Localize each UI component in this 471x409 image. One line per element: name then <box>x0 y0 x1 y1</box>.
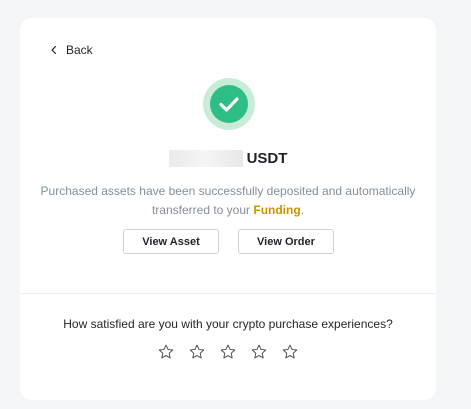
success-message-end: . <box>300 203 305 217</box>
star-4-icon[interactable] <box>250 343 268 361</box>
back-label: Back <box>66 43 93 57</box>
chevron-left-icon <box>51 45 57 55</box>
satisfaction-question: How satisfied are you with your crypto p… <box>63 317 393 331</box>
purchase-result-card: Back USDT Purchased assets have been suc… <box>20 18 436 400</box>
star-5-icon[interactable] <box>281 343 299 361</box>
success-message-text: Purchased assets have been successfully … <box>40 184 416 217</box>
purchase-amount: USDT <box>20 150 436 167</box>
star-1-icon[interactable] <box>157 343 175 361</box>
amount-value-redacted <box>168 150 243 167</box>
star-2-icon[interactable] <box>188 343 206 361</box>
success-message: Purchased assets have been successfully … <box>30 182 426 220</box>
amount-currency: USDT <box>246 150 288 167</box>
view-asset-button[interactable]: View Asset <box>123 229 219 254</box>
view-order-button[interactable]: View Order <box>238 229 334 254</box>
section-divider <box>20 293 436 294</box>
back-button[interactable]: Back <box>50 43 93 57</box>
check-circle-icon <box>203 78 255 130</box>
star-3-icon[interactable] <box>219 343 237 361</box>
funding-link[interactable]: Funding <box>253 203 300 217</box>
star-rating[interactable] <box>20 343 436 361</box>
